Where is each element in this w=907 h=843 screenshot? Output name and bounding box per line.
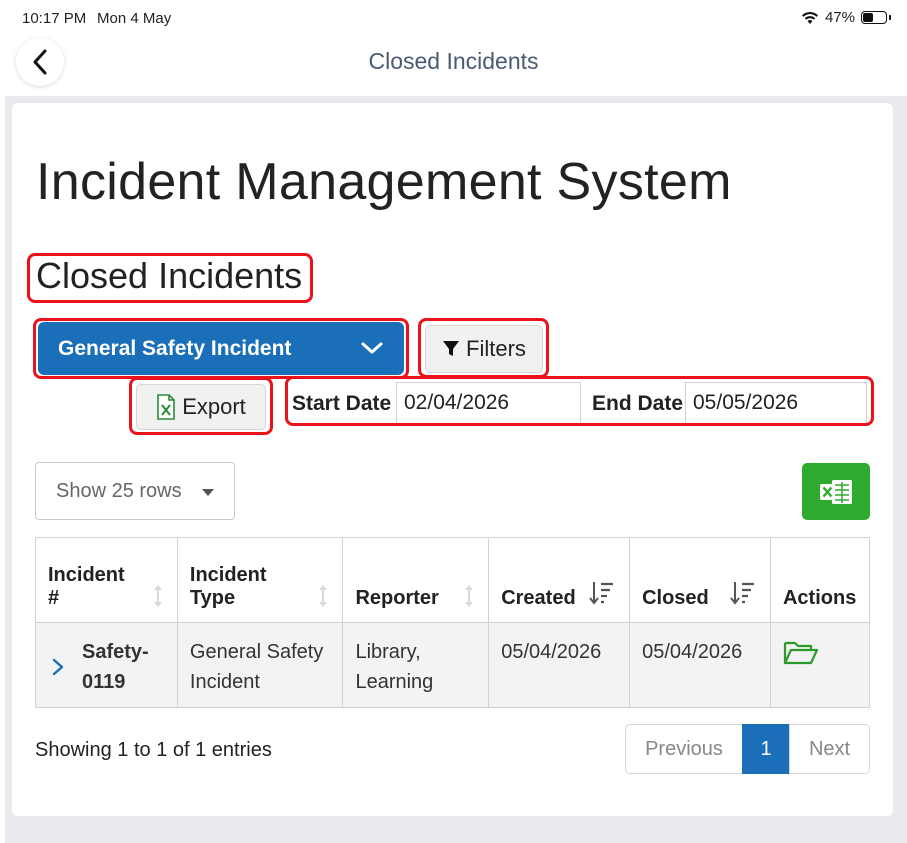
status-date: Mon 4 May bbox=[97, 10, 172, 27]
highlight-export bbox=[129, 377, 273, 435]
incident-type-line2: Incident bbox=[189, 671, 260, 693]
battery-level bbox=[863, 13, 874, 22]
sort-descending-icon bbox=[730, 582, 754, 605]
highlight-section-title bbox=[27, 253, 313, 303]
header-type-line1: Incident bbox=[189, 564, 267, 586]
header-reporter: Reporter bbox=[355, 587, 439, 609]
created-cell: 05/04/2026 bbox=[488, 622, 631, 708]
wifi-icon bbox=[801, 11, 818, 24]
highlight-incident-type bbox=[33, 318, 409, 379]
nav-title: Closed Incidents bbox=[368, 48, 539, 74]
incident-id-cell[interactable]: Safety- 0119 bbox=[35, 622, 178, 708]
column-header-created[interactable]: Created bbox=[488, 537, 631, 623]
status-time: 10:17 PM bbox=[22, 10, 87, 27]
incident-id-line2: 0119 bbox=[82, 671, 126, 693]
table-info: Showing 1 to 1 of 1 entries bbox=[35, 739, 272, 761]
table-header-row: Incident # Incident Type Reporter Create… bbox=[35, 537, 871, 623]
reporter-cell: Library, Learning bbox=[342, 622, 490, 708]
reporter-line2: Learning bbox=[355, 671, 434, 693]
sort-icon bbox=[465, 585, 474, 607]
column-header-closed[interactable]: Closed bbox=[629, 537, 771, 623]
sort-descending-icon bbox=[589, 582, 614, 605]
header-incident-line1: Incident bbox=[48, 564, 125, 586]
battery-tip bbox=[889, 15, 891, 20]
page-1-button[interactable]: 1 bbox=[742, 724, 790, 774]
incidents-table: Incident # Incident Type Reporter Create… bbox=[35, 537, 871, 708]
header-incident-line2: # bbox=[48, 587, 60, 609]
column-header-reporter[interactable]: Reporter bbox=[342, 537, 490, 623]
sort-icon bbox=[153, 585, 162, 607]
header-actions: Actions bbox=[782, 587, 857, 609]
highlight-dates bbox=[285, 376, 874, 426]
rows-per-page-value: Show 25 rows bbox=[56, 479, 182, 502]
excel-export-button[interactable] bbox=[802, 463, 870, 520]
caret-down-icon bbox=[202, 489, 214, 496]
table-row[interactable]: Safety- 0119 General Safety Incident Lib… bbox=[35, 622, 871, 708]
previous-page-button[interactable]: Previous bbox=[625, 724, 743, 774]
incident-type-cell: General Safety Incident bbox=[176, 622, 344, 708]
chevron-right-icon[interactable] bbox=[52, 658, 64, 676]
column-header-actions: Actions bbox=[769, 537, 871, 623]
actions-cell bbox=[769, 622, 871, 708]
status-bar: 10:17 PM Mon 4 May 47% bbox=[0, 0, 907, 36]
battery-icon bbox=[861, 11, 887, 24]
incident-type-line1: General Safety bbox=[189, 641, 324, 663]
excel-icon bbox=[820, 479, 852, 504]
incident-id-line1: Safety- bbox=[82, 641, 149, 663]
folder-open-icon[interactable] bbox=[783, 639, 819, 667]
header-type-line2: Type bbox=[189, 587, 236, 609]
battery-percent: 47% bbox=[824, 9, 855, 26]
highlight-filters bbox=[418, 318, 549, 378]
page-title: Incident Management System bbox=[36, 153, 732, 211]
closed-cell: 05/04/2026 bbox=[629, 622, 771, 708]
reporter-line1: Library, bbox=[355, 641, 421, 663]
rows-per-page-select[interactable]: Show 25 rows bbox=[35, 462, 235, 520]
nav-bar: Closed Incidents bbox=[0, 36, 907, 96]
sort-icon bbox=[319, 585, 328, 607]
next-page-button[interactable]: Next bbox=[789, 724, 870, 774]
column-header-type[interactable]: Incident Type bbox=[176, 537, 344, 623]
status-indicators: 47% bbox=[801, 9, 891, 26]
column-header-incident[interactable]: Incident # bbox=[35, 537, 178, 623]
